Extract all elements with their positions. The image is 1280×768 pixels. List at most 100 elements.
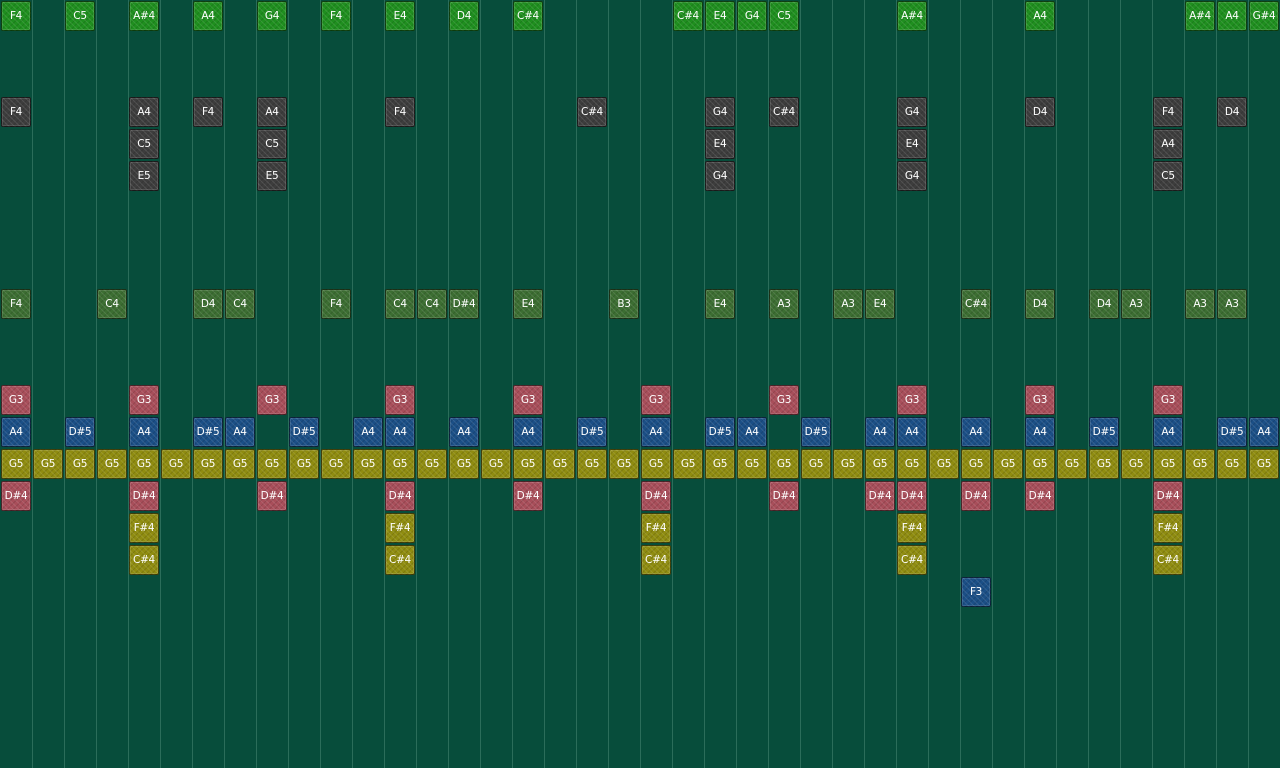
note-block[interactable]: G5 (321, 449, 351, 479)
note-block[interactable]: D#5 (289, 417, 319, 447)
note-block[interactable]: G5 (865, 449, 895, 479)
note-block[interactable]: F4 (193, 97, 223, 127)
note-block[interactable]: D#5 (801, 417, 831, 447)
note-block[interactable]: A4 (897, 417, 927, 447)
note-block[interactable]: A3 (1121, 289, 1151, 319)
note-block[interactable]: G5 (801, 449, 831, 479)
note-block[interactable]: E4 (897, 129, 927, 159)
note-block[interactable]: G5 (481, 449, 511, 479)
note-block[interactable]: A4 (1249, 417, 1279, 447)
note-block[interactable]: A4 (257, 97, 287, 127)
note-block[interactable]: D4 (1089, 289, 1119, 319)
note-block[interactable]: D#4 (129, 481, 159, 511)
note-block[interactable]: G5 (609, 449, 639, 479)
note-block[interactable]: A4 (449, 417, 479, 447)
note-block[interactable]: G5 (641, 449, 671, 479)
note-block[interactable]: F#4 (1153, 513, 1183, 543)
note-block[interactable]: G3 (1153, 385, 1183, 415)
note-block[interactable]: E4 (865, 289, 895, 319)
note-block[interactable]: A3 (833, 289, 863, 319)
note-block[interactable]: E4 (705, 129, 735, 159)
note-block[interactable]: C#4 (961, 289, 991, 319)
note-block[interactable]: G4 (257, 1, 287, 31)
note-block[interactable]: G5 (993, 449, 1023, 479)
note-block[interactable]: A#4 (1185, 1, 1215, 31)
note-block[interactable]: C#4 (769, 97, 799, 127)
note-block[interactable]: A4 (737, 417, 767, 447)
note-block[interactable]: G3 (1, 385, 31, 415)
note-block[interactable]: G3 (257, 385, 287, 415)
note-block[interactable]: D#4 (385, 481, 415, 511)
note-block[interactable]: E4 (513, 289, 543, 319)
note-block[interactable]: G5 (65, 449, 95, 479)
note-block[interactable]: F3 (961, 577, 991, 607)
note-block[interactable]: C#4 (1153, 545, 1183, 575)
note-block[interactable]: C5 (257, 129, 287, 159)
note-block[interactable]: G5 (1, 449, 31, 479)
note-block[interactable]: D#5 (193, 417, 223, 447)
note-block[interactable]: D4 (1217, 97, 1247, 127)
note-block[interactable]: G5 (417, 449, 447, 479)
note-block[interactable]: A4 (1025, 417, 1055, 447)
note-block[interactable]: C5 (1153, 161, 1183, 191)
note-block[interactable]: G5 (705, 449, 735, 479)
note-block[interactable]: A4 (129, 97, 159, 127)
note-block[interactable]: G5 (129, 449, 159, 479)
note-block[interactable]: G5 (1121, 449, 1151, 479)
note-block[interactable]: G4 (737, 1, 767, 31)
note-block[interactable]: C4 (417, 289, 447, 319)
note-block[interactable]: C#4 (513, 1, 543, 31)
note-block[interactable]: G5 (833, 449, 863, 479)
note-block[interactable]: A4 (353, 417, 383, 447)
note-block[interactable]: A3 (1185, 289, 1215, 319)
note-block[interactable]: A4 (1217, 1, 1247, 31)
note-block[interactable]: C#4 (577, 97, 607, 127)
note-block[interactable]: G3 (897, 385, 927, 415)
note-block[interactable]: D#5 (705, 417, 735, 447)
note-block[interactable]: G5 (33, 449, 63, 479)
note-block[interactable]: D#4 (1153, 481, 1183, 511)
note-block[interactable]: G5 (257, 449, 287, 479)
note-block[interactable]: G4 (705, 97, 735, 127)
note-block[interactable]: A4 (865, 417, 895, 447)
note-block[interactable]: G5 (289, 449, 319, 479)
note-block[interactable]: A4 (513, 417, 543, 447)
note-block[interactable]: E5 (129, 161, 159, 191)
note-block[interactable]: D#4 (449, 289, 479, 319)
note-block[interactable]: C#4 (385, 545, 415, 575)
note-block[interactable]: F#4 (897, 513, 927, 543)
note-block[interactable]: A3 (769, 289, 799, 319)
note-block[interactable]: D4 (193, 289, 223, 319)
note-block[interactable]: G5 (1057, 449, 1087, 479)
note-block[interactable]: G5 (1089, 449, 1119, 479)
note-block[interactable]: A3 (1217, 289, 1247, 319)
note-block[interactable]: G5 (929, 449, 959, 479)
note-block[interactable]: G3 (1025, 385, 1055, 415)
note-block[interactable]: G5 (737, 449, 767, 479)
note-grid[interactable]: F4 C5 A#4 A4 G4 F4 E4 D4 C#4 C#4 E4 G4 C5 A#4 A4 A#4 A4 G… (0, 0, 1280, 768)
note-block[interactable]: G3 (129, 385, 159, 415)
note-block[interactable]: C4 (385, 289, 415, 319)
note-block[interactable]: F4 (321, 1, 351, 31)
note-block[interactable]: G5 (353, 449, 383, 479)
note-block[interactable]: A#4 (897, 1, 927, 31)
note-block[interactable]: A4 (1, 417, 31, 447)
note-block[interactable]: A4 (961, 417, 991, 447)
note-block[interactable]: D#4 (257, 481, 287, 511)
note-block[interactable]: B3 (609, 289, 639, 319)
note-block[interactable]: C#4 (641, 545, 671, 575)
note-block[interactable]: D4 (449, 1, 479, 31)
note-block[interactable]: A4 (193, 1, 223, 31)
note-block[interactable]: F4 (1, 97, 31, 127)
note-block[interactable]: C4 (97, 289, 127, 319)
note-block[interactable]: D#5 (1089, 417, 1119, 447)
note-block[interactable]: E4 (705, 289, 735, 319)
note-block[interactable]: C5 (769, 1, 799, 31)
note-block[interactable]: G3 (385, 385, 415, 415)
note-block[interactable]: D#5 (65, 417, 95, 447)
note-block[interactable]: A4 (225, 417, 255, 447)
note-block[interactable]: G4 (897, 97, 927, 127)
note-block[interactable]: F#4 (641, 513, 671, 543)
note-block[interactable]: A4 (1153, 129, 1183, 159)
note-block[interactable]: A#4 (129, 1, 159, 31)
